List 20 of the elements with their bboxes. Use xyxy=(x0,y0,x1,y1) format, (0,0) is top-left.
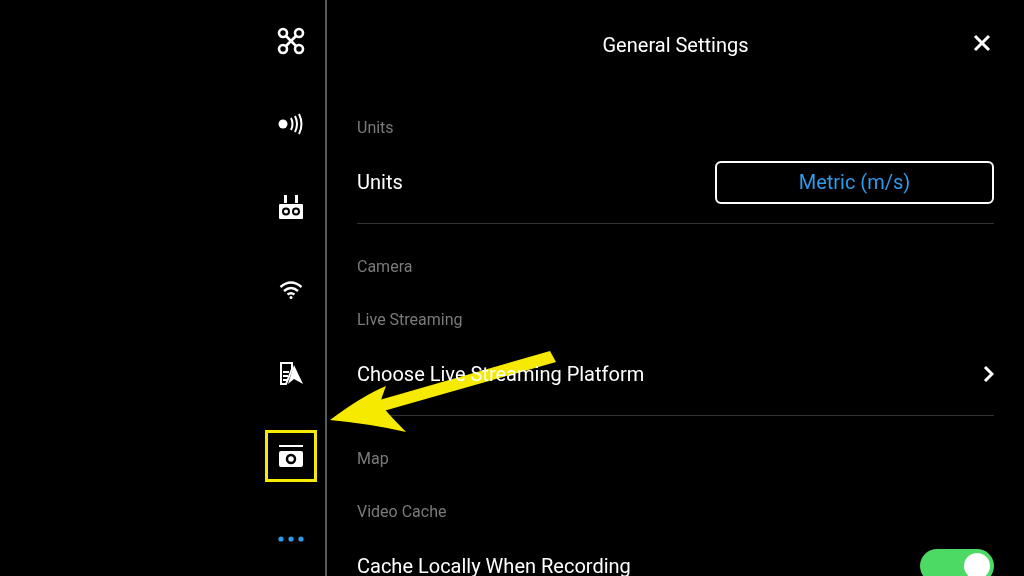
setting-label: Units xyxy=(357,169,403,196)
section-header: Live Streaming xyxy=(357,308,463,331)
chevron-right-icon xyxy=(982,365,994,383)
section-header: Units xyxy=(357,116,394,139)
units-button[interactable]: Metric (m/s) xyxy=(715,160,994,204)
toggle-switch[interactable] xyxy=(920,549,994,576)
section-header: Video Cache xyxy=(357,500,447,523)
section-header: Camera xyxy=(357,255,413,278)
wifi-icon xyxy=(279,281,303,299)
remote-controller-icon xyxy=(278,194,304,220)
signal-icon xyxy=(277,113,305,135)
battery-navigation-icon xyxy=(278,360,304,386)
close-button[interactable] xyxy=(972,33,992,53)
close-icon xyxy=(972,33,992,53)
sidebar-item[interactable] xyxy=(265,430,317,482)
drone-icon xyxy=(277,27,305,55)
more-icon xyxy=(278,536,304,542)
section-header: Map xyxy=(357,447,389,470)
camera-icon xyxy=(278,444,304,468)
panel-title: General Settings xyxy=(602,32,749,59)
